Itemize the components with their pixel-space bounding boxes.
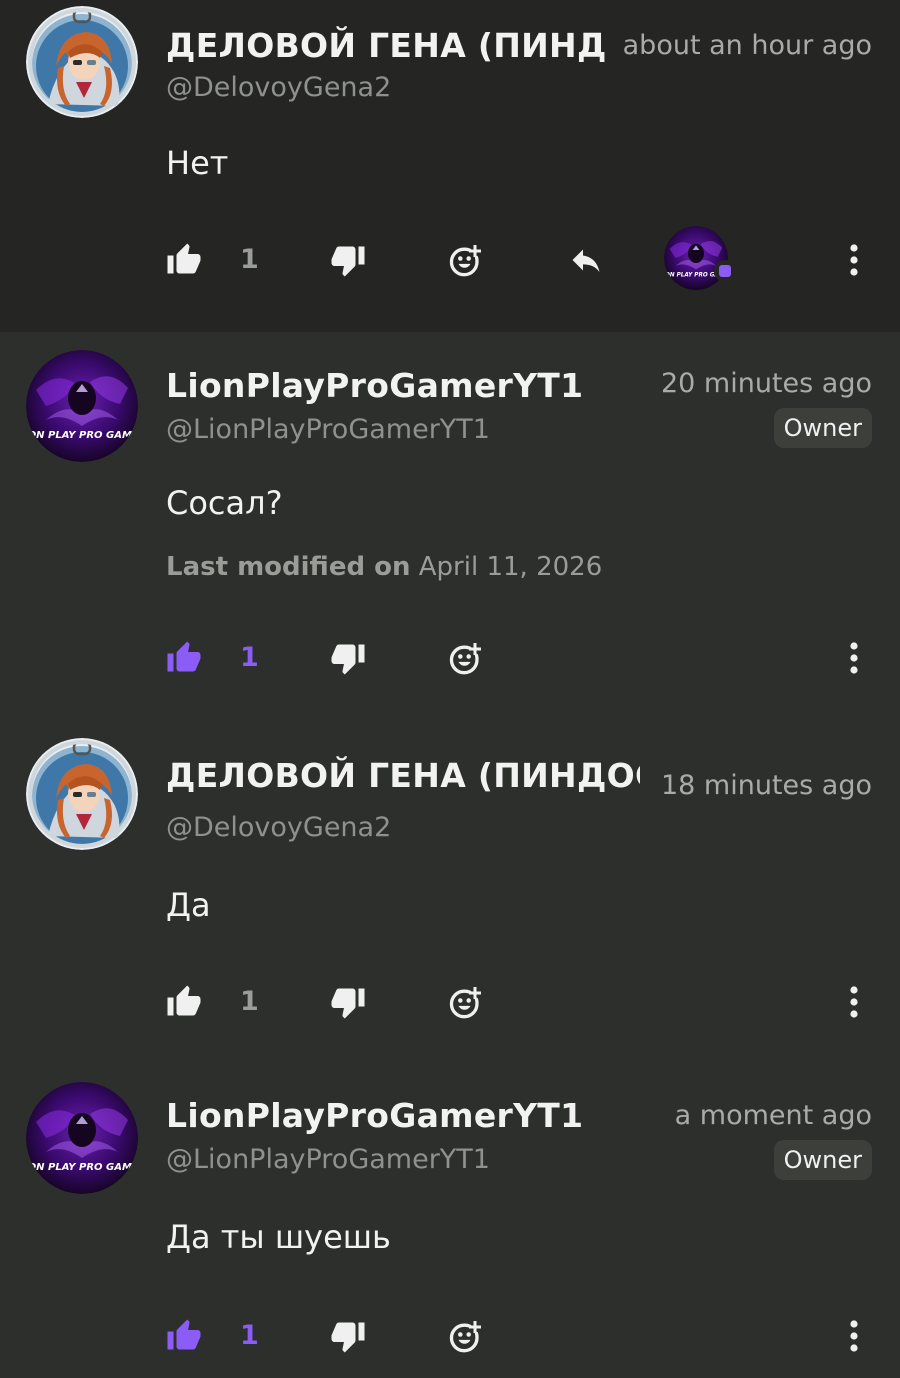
comment-item: ДЕЛОВОЙ ГЕНА (ПИНДОСА 18 minutes ago @De…: [0, 720, 900, 1062]
thumbs-up-icon[interactable]: [166, 242, 202, 278]
add-reaction-icon[interactable]: [448, 242, 484, 278]
timestamp: 20 minutes ago: [660, 368, 872, 399]
avatar[interactable]: [26, 738, 138, 850]
add-reaction-icon[interactable]: [448, 640, 484, 676]
comment-actions: 1: [0, 984, 900, 1034]
reply-badge-icon: [714, 260, 736, 282]
more-vert-icon[interactable]: [849, 242, 859, 278]
timestamp: 18 minutes ago: [660, 770, 872, 801]
comment-actions: 1: [0, 1318, 900, 1368]
comment-text: Нет: [166, 144, 229, 182]
comment-text: Да: [166, 886, 211, 924]
author-handle: @LionPlayProGamerYT1: [166, 1144, 490, 1175]
avatar[interactable]: [26, 1082, 138, 1194]
avatar[interactable]: [26, 6, 138, 118]
more-vert-icon[interactable]: [849, 984, 859, 1020]
avatar-image: [26, 738, 138, 850]
author-handle: @DelovoyGena2: [166, 812, 392, 843]
modified-info: Last modified on April 11, 2026: [166, 552, 602, 582]
author-name[interactable]: ДЕЛОВОЙ ГЕНА (ПИНДОСА: [166, 756, 640, 795]
more-vert-icon[interactable]: [849, 1318, 859, 1354]
reply-avatar[interactable]: [664, 226, 736, 290]
comment-text: Да ты шуешь: [166, 1218, 391, 1256]
author-name[interactable]: LionPlayProGamerYT1: [166, 1096, 583, 1135]
thumbs-up-icon[interactable]: [166, 1318, 202, 1354]
author-handle: @LionPlayProGamerYT1: [166, 414, 490, 445]
comment-item: LionPlayProGamerYT1 a moment ago @LionPl…: [0, 1062, 900, 1378]
add-reaction-icon[interactable]: [448, 1318, 484, 1354]
thumbs-up-icon[interactable]: [166, 640, 202, 676]
comment-text: Сосал?: [166, 484, 283, 522]
comment-actions: 1: [0, 640, 900, 690]
reply-icon[interactable]: [568, 242, 604, 278]
timestamp: a moment ago: [674, 1100, 872, 1131]
comment-item: ДЕЛОВОЙ ГЕНА (ПИНДОСА about an hour ago …: [0, 0, 900, 332]
author-handle: @DelovoyGena2: [166, 72, 392, 103]
add-reaction-icon[interactable]: [448, 984, 484, 1020]
avatar[interactable]: [26, 350, 138, 462]
like-count: 1: [240, 1320, 259, 1351]
author-name[interactable]: ДЕЛОВОЙ ГЕНА (ПИНДОСА: [166, 26, 606, 65]
more-vert-icon[interactable]: [849, 640, 859, 676]
timestamp: about an hour ago: [622, 30, 872, 61]
comment-actions: 1: [0, 242, 900, 292]
avatar-image: [26, 6, 138, 118]
like-count: 1: [240, 986, 259, 1017]
author-name[interactable]: LionPlayProGamerYT1: [166, 366, 583, 405]
thumbs-down-icon[interactable]: [330, 984, 366, 1020]
thumbs-down-icon[interactable]: [330, 242, 366, 278]
modified-label: Last modified on: [166, 552, 411, 582]
thumbs-down-icon[interactable]: [330, 640, 366, 676]
like-count: 1: [240, 642, 259, 673]
thumbs-up-icon[interactable]: [166, 984, 202, 1020]
avatar-image: [26, 350, 138, 462]
like-count: 1: [240, 244, 259, 275]
owner-badge: Owner: [773, 408, 872, 448]
modified-date: April 11, 2026: [418, 552, 603, 582]
comment-item: LionPlayProGamerYT1 20 minutes ago @Lion…: [0, 332, 900, 720]
thumbs-down-icon[interactable]: [330, 1318, 366, 1354]
owner-badge: Owner: [773, 1140, 872, 1180]
avatar-image: [26, 1082, 138, 1194]
